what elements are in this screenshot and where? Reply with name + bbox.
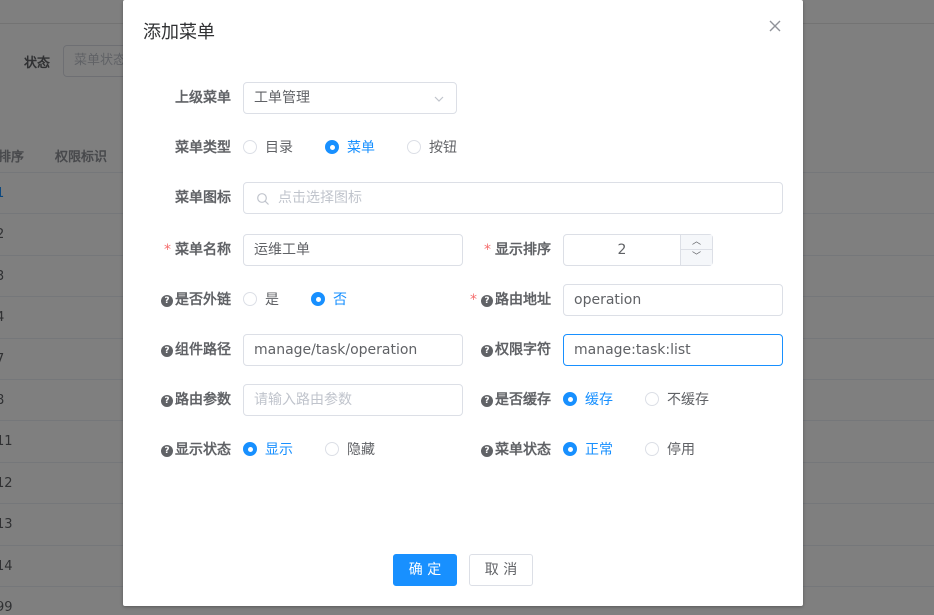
route-path-input[interactable]: operation — [563, 284, 783, 316]
menu-icon-input[interactable]: 点击选择图标 — [243, 182, 783, 214]
radio-status-disabled[interactable]: 停用 — [645, 434, 695, 466]
radio-circle — [325, 140, 339, 154]
radio-frame-no[interactable]: 否 — [311, 284, 347, 316]
route-params-label-text: 路由参数 — [175, 392, 231, 408]
radio-menu[interactable]: 菜单 — [325, 132, 375, 164]
permission-label: ? 权限字符 — [461, 334, 551, 366]
route-path-label: *? 路由地址 — [461, 284, 551, 316]
radio-circle — [243, 292, 257, 306]
radio-label: 隐藏 — [347, 442, 375, 458]
radio-circle — [311, 292, 325, 306]
radio-label: 缓存 — [585, 392, 613, 408]
chevron-down-icon — [434, 96, 444, 102]
question-icon[interactable]: ? — [481, 295, 493, 307]
confirm-button[interactable]: 确 定 — [393, 554, 457, 586]
route-path-label-text: 路由地址 — [495, 292, 551, 308]
radio-label: 是 — [265, 292, 279, 308]
menu-name-label: * 菜单名称 — [141, 234, 231, 266]
radio-circle — [563, 392, 577, 406]
radio-circle — [407, 140, 421, 154]
is-cache-label-text: 是否缓存 — [495, 392, 551, 408]
parent-menu-label-text: 上级菜单 — [175, 90, 231, 106]
component-path-label: ? 组件路径 — [141, 334, 231, 366]
radio-frame-yes[interactable]: 是 — [243, 284, 279, 316]
radio-label: 正常 — [585, 442, 613, 458]
radio-label: 目录 — [265, 140, 293, 156]
radio-circle — [243, 442, 257, 456]
menu-name-input[interactable]: 运维工单 — [243, 234, 463, 266]
display-order-label: * 显示排序 — [461, 234, 551, 266]
required-mark: * — [484, 242, 491, 258]
radio-label: 否 — [333, 292, 347, 308]
route-params-placeholder: 请输入路由参数 — [254, 392, 352, 408]
menu-icon-label: 菜单图标 — [141, 182, 231, 214]
menu-name-label-text: 菜单名称 — [175, 242, 231, 258]
radio-visible-show[interactable]: 显示 — [243, 434, 293, 466]
question-icon[interactable]: ? — [161, 395, 173, 407]
required-mark: * — [164, 242, 171, 258]
add-menu-dialog: 添加菜单 上级菜单 工单管理 菜单类型 目录 菜单 按钮 菜单图标 点击选择图标… — [123, 0, 803, 606]
radio-status-normal[interactable]: 正常 — [563, 434, 613, 466]
question-icon[interactable]: ? — [161, 345, 173, 357]
question-icon[interactable]: ? — [161, 295, 173, 307]
radio-cache-yes[interactable]: 缓存 — [563, 384, 613, 416]
close-icon[interactable] — [767, 18, 783, 34]
visible-label: ? 显示状态 — [141, 434, 231, 466]
radio-label: 按钮 — [429, 140, 457, 156]
radio-label: 菜单 — [347, 140, 375, 156]
menu-icon-placeholder: 点击选择图标 — [278, 190, 362, 206]
display-order-stepper[interactable]: 2 ︿ ﹀ — [563, 234, 713, 266]
radio-circle — [645, 442, 659, 456]
component-path-label-text: 组件路径 — [175, 342, 231, 358]
menu-type-label-text: 菜单类型 — [175, 140, 231, 156]
radio-cache-no[interactable]: 不缓存 — [645, 384, 709, 416]
radio-label: 显示 — [265, 442, 293, 458]
menu-name-value: 运维工单 — [254, 242, 310, 258]
radio-circle — [325, 442, 339, 456]
route-params-label: ? 路由参数 — [141, 384, 231, 416]
search-icon — [257, 193, 269, 205]
question-icon[interactable]: ? — [481, 345, 493, 357]
permission-value: manage:task:list — [574, 342, 691, 358]
permission-label-text: 权限字符 — [495, 342, 551, 358]
parent-menu-select[interactable]: 工单管理 — [243, 82, 457, 114]
is-cache-label: ? 是否缓存 — [461, 384, 551, 416]
radio-label: 停用 — [667, 442, 695, 458]
component-path-input[interactable]: manage/task/operation — [243, 334, 463, 366]
menu-type-label: 菜单类型 — [141, 132, 231, 164]
decrement-icon[interactable]: ﹀ — [681, 250, 712, 265]
radio-circle — [563, 442, 577, 456]
radio-directory[interactable]: 目录 — [243, 132, 293, 164]
route-path-value: operation — [574, 292, 642, 308]
cancel-button[interactable]: 取 消 — [469, 554, 533, 586]
is-frame-label: ? 是否外链 — [141, 284, 231, 316]
radio-label: 不缓存 — [667, 392, 709, 408]
component-path-value: manage/task/operation — [254, 342, 418, 358]
display-order-value: 2 — [617, 242, 627, 258]
menu-icon-label-text: 菜单图标 — [175, 190, 231, 206]
question-icon[interactable]: ? — [481, 445, 493, 457]
parent-menu-value: 工单管理 — [254, 90, 310, 106]
menu-status-label-text: 菜单状态 — [495, 442, 551, 458]
radio-button[interactable]: 按钮 — [407, 132, 457, 164]
route-params-input[interactable]: 请输入路由参数 — [243, 384, 463, 416]
radio-circle — [645, 392, 659, 406]
required-mark: * — [470, 292, 477, 308]
radio-circle — [243, 140, 257, 154]
increment-icon[interactable]: ︿ — [681, 235, 712, 250]
stepper-buttons: ︿ ﹀ — [680, 235, 712, 265]
is-frame-label-text: 是否外链 — [175, 292, 231, 308]
question-icon[interactable]: ? — [161, 445, 173, 457]
dialog-title: 添加菜单 — [143, 22, 215, 43]
question-icon[interactable]: ? — [481, 395, 493, 407]
parent-menu-label: 上级菜单 — [141, 82, 231, 114]
display-order-label-text: 显示排序 — [495, 242, 551, 258]
menu-status-label: ? 菜单状态 — [461, 434, 551, 466]
visible-label-text: 显示状态 — [175, 442, 231, 458]
radio-visible-hide[interactable]: 隐藏 — [325, 434, 375, 466]
permission-input[interactable]: manage:task:list — [563, 334, 783, 366]
